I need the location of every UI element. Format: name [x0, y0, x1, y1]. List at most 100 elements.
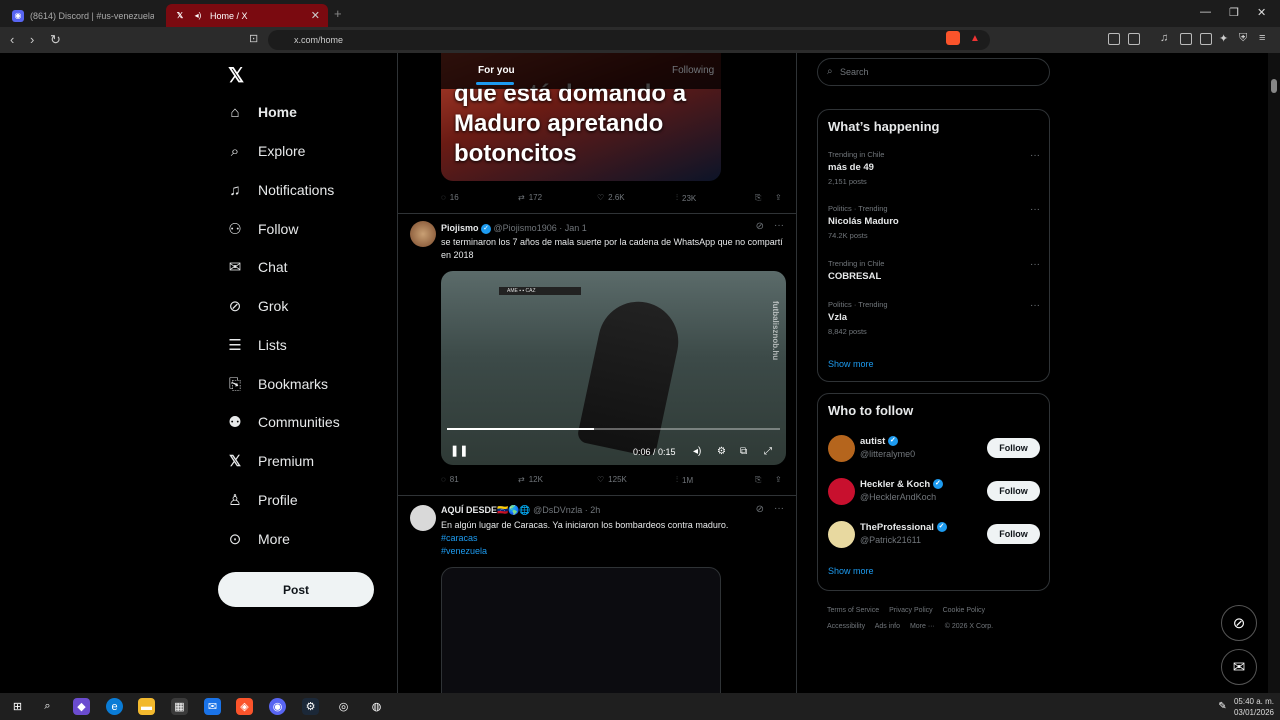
leo-ai-icon[interactable]: ✦ [1219, 32, 1228, 45]
follow-suggestion[interactable]: TheProfessional ✓ @Patrick21611 Follow [828, 520, 1040, 550]
views-button[interactable]: ⫶ 23K [676, 193, 696, 203]
app-icon[interactable]: ◍ [368, 698, 385, 715]
search-input[interactable]: ⌕ Search [817, 58, 1050, 86]
more-options-icon[interactable]: ··· [774, 503, 784, 514]
follow-suggestion[interactable]: autist ✓ @litteralyme0 Follow [828, 434, 1040, 464]
close-window-icon[interactable]: ✕ [1257, 6, 1266, 19]
url-field[interactable]: x.com/home [268, 30, 990, 50]
bookmark-page-icon[interactable]: ⊡ [249, 32, 258, 45]
repost-button[interactable]: ⇄ 12K [518, 475, 543, 484]
tab-for-you[interactable]: For you [476, 65, 515, 85]
pen-icon[interactable]: ✎ [1214, 698, 1231, 715]
speaker-icon[interactable]: ◂) [192, 10, 204, 22]
author-name[interactable]: Piojismo [441, 223, 479, 233]
brave-rewards-icon[interactable]: ▲ [970, 33, 980, 44]
nav-communities[interactable]: ⚉ Communities [226, 407, 339, 437]
trend-item[interactable]: Trending in Chile más de 49 2,151 posts … [828, 150, 1040, 186]
footer-link[interactable]: Accessibility [827, 623, 865, 630]
tab-discord[interactable]: ◉ (8614) Discord | #us-venezuela-disc... [4, 4, 162, 27]
screenshot-icon[interactable] [1128, 33, 1140, 45]
reload-icon[interactable]: ↻ [50, 32, 61, 48]
more-options-icon[interactable]: ··· [774, 220, 784, 231]
author-handle[interactable]: @Piojismo1906 · Jan 1 [494, 223, 587, 233]
brave-icon[interactable]: ◈ [236, 698, 253, 715]
footer-link[interactable]: Cookie Policy [943, 607, 985, 614]
share-button[interactable]: ⇪ [775, 193, 782, 202]
follow-button[interactable]: Follow [987, 481, 1040, 501]
brave-shield-icon[interactable] [946, 31, 960, 45]
fullscreen-icon[interactable]: ⤢ [764, 446, 772, 457]
share-button[interactable]: ⇪ [775, 475, 782, 484]
obs-icon[interactable]: ◎ [335, 698, 352, 715]
more-options-icon[interactable]: ··· [1030, 259, 1040, 270]
footer-link[interactable]: Terms of Service [827, 607, 879, 614]
new-tab-icon[interactable]: + [334, 6, 342, 21]
steam-icon[interactable]: ⚙ [302, 698, 319, 715]
nav-bookmarks[interactable]: ⎘ Bookmarks [226, 369, 328, 399]
wallet-icon[interactable] [1200, 33, 1212, 45]
grok-analyze-icon[interactable]: ⊘ [756, 221, 764, 232]
nav-more[interactable]: ⊙ More [226, 524, 290, 554]
grok-analyze-icon[interactable]: ⊘ [756, 504, 764, 515]
pause-icon[interactable]: ❚❚ [450, 444, 468, 457]
scrollbar-thumb[interactable] [1271, 79, 1277, 93]
video-player[interactable]: AME ▪ ▪ CAZ futbalisznob.hu ❚❚ 0:06 / 0:… [441, 271, 786, 465]
follow-button[interactable]: Follow [987, 524, 1040, 544]
like-button[interactable]: ♡ 2.6K [597, 193, 625, 202]
hashtag-link[interactable]: #venezuela [441, 545, 786, 558]
follow-button[interactable]: Follow [987, 438, 1040, 458]
messages-fab-icon[interactable]: ✉ [1221, 649, 1257, 685]
views-button[interactable]: ⫶ 1M [676, 475, 693, 485]
trend-item[interactable]: Politics · Trending Vzla 8,842 posts ··· [828, 300, 1040, 336]
music-icon[interactable]: ♫ [1160, 32, 1168, 44]
avatar[interactable] [828, 478, 855, 505]
copilot-icon[interactable]: ◆ [73, 698, 90, 715]
nav-profile[interactable]: ♙ Profile [226, 485, 297, 515]
footer-link[interactable]: Ads info [875, 623, 900, 630]
back-icon[interactable]: ‹ [10, 32, 14, 47]
scrollbar[interactable] [1268, 53, 1280, 693]
nav-chat[interactable]: ✉ Chat [226, 252, 288, 282]
nav-premium[interactable]: 𝕏 Premium [226, 446, 314, 476]
follow-suggestion[interactable]: Heckler & Koch ✓ @HecklerAndKoch Follow [828, 477, 1040, 507]
settings-icon[interactable]: ⚙ [717, 446, 726, 457]
footer-link[interactable]: More ··· [910, 623, 935, 630]
edge-icon[interactable]: e [106, 698, 123, 715]
hashtag-link[interactable]: #caracas [441, 532, 786, 545]
trend-item[interactable]: Politics · Trending Nicolás Maduro 74.2K… [828, 204, 1040, 240]
tweet-image[interactable] [441, 567, 721, 693]
menu-icon[interactable]: ≡ [1259, 32, 1265, 44]
discord-icon[interactable]: ◉ [269, 698, 286, 715]
nav-follow[interactable]: ⚇ Follow [226, 214, 298, 244]
trend-item[interactable]: Trending in Chile COBRESAL ··· [828, 259, 1040, 282]
avatar[interactable] [828, 435, 855, 462]
file-explorer-icon[interactable]: ▬ [138, 698, 155, 715]
more-options-icon[interactable]: ··· [1030, 204, 1040, 215]
footer-link[interactable]: Privacy Policy [889, 607, 933, 614]
pip-icon[interactable]: ⧉ [740, 446, 747, 457]
mail-app-icon[interactable]: ✉ [204, 698, 221, 715]
author-name[interactable]: AQUÍ DESDE🇻🇪🌎🌐 [441, 505, 531, 515]
nav-explore[interactable]: ⌕ Explore [226, 136, 306, 166]
bookmark-button[interactable]: ⎘ [755, 475, 761, 485]
close-tab-icon[interactable]: ✕ [311, 9, 320, 22]
reply-button[interactable]: ◌ 16 [441, 193, 459, 202]
author-handle[interactable]: @DsDVnzla · 2h [533, 505, 600, 515]
show-more-link[interactable]: Show more [828, 566, 874, 576]
volume-icon[interactable]: ◂) [693, 446, 701, 457]
nav-home[interactable]: ⌂ Home [226, 97, 296, 127]
vpn-icon[interactable]: ⛨ [1239, 32, 1247, 45]
extensions-icon[interactable] [1108, 33, 1120, 45]
grok-fab-icon[interactable]: ⊘ [1221, 605, 1257, 641]
more-options-icon[interactable]: ··· [1030, 150, 1040, 161]
minimize-icon[interactable]: — [1200, 6, 1211, 18]
search-icon[interactable]: ⌕ [39, 698, 56, 715]
sidebar-toggle-icon[interactable] [1180, 33, 1192, 45]
reply-button[interactable]: ◌ 81 [441, 475, 459, 484]
tab-following[interactable]: Following [672, 65, 714, 76]
like-button[interactable]: ♡ 125K [597, 475, 627, 484]
tab-x-home[interactable]: 𝕏 ◂) Home / X ✕ [166, 4, 328, 27]
post-button[interactable]: Post [218, 572, 374, 607]
more-options-icon[interactable]: ··· [1030, 300, 1040, 311]
repost-button[interactable]: ⇄ 172 [518, 193, 542, 202]
